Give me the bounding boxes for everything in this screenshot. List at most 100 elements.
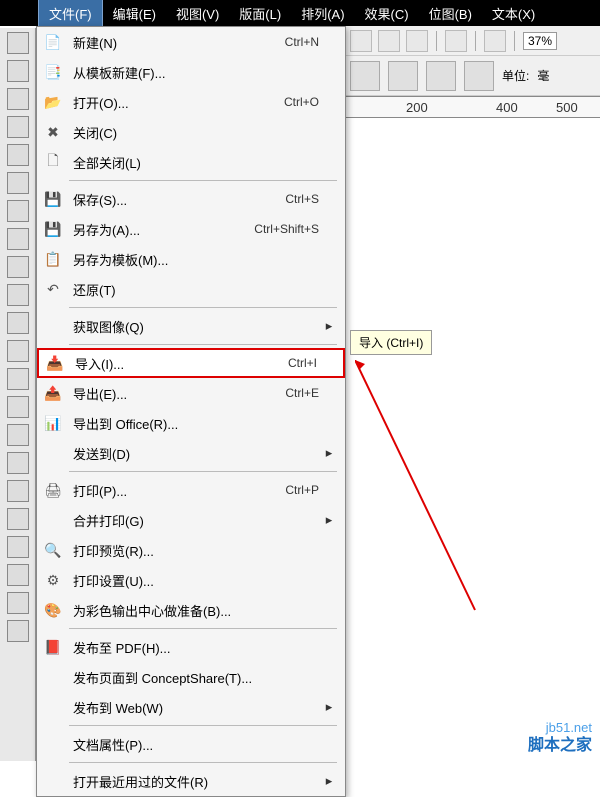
tool-zoom-icon[interactable] (7, 200, 29, 222)
tool-ellipse-icon[interactable] (7, 312, 29, 334)
unit-label: 单位: (502, 67, 529, 84)
file-menu-dropdown: 📄新建(N)Ctrl+N📑从模板新建(F)...📂打开(O)...Ctrl+O✖… (36, 26, 346, 797)
tool-rect-icon[interactable] (7, 284, 29, 306)
prop-icon-4[interactable] (464, 61, 494, 91)
menu-item-officer[interactable]: 📊导出到 Office(R)... (37, 408, 345, 438)
menu-arrange[interactable]: 排列(A) (291, 0, 354, 27)
menu-item-icon: 📑 (39, 61, 67, 83)
menu-item-e[interactable]: 📤导出(E)...Ctrl+E (37, 378, 345, 408)
tool-interactive-icon[interactable] (7, 508, 29, 530)
tool-new-icon[interactable] (7, 32, 29, 54)
menu-item-icon (39, 696, 67, 718)
menu-item-f[interactable]: 📑从模板新建(F)... (37, 57, 345, 87)
menu-separator (69, 628, 337, 629)
menu-item-label: 新建(N) (67, 33, 285, 52)
menu-item-icon: 📤 (39, 382, 67, 404)
menu-item-l[interactable]: 🗋全部关闭(L) (37, 147, 345, 177)
tool-table-icon[interactable] (7, 424, 29, 446)
tooltip-import: 导入 (Ctrl+I) (350, 330, 432, 355)
menu-item-icon: 📂 (39, 91, 67, 113)
tool-fill-icon[interactable] (7, 592, 29, 614)
menu-effects[interactable]: 效果(C) (355, 0, 419, 27)
prop-icon-1[interactable] (350, 61, 380, 91)
menu-item-icon: 🎨 (39, 599, 67, 621)
menu-item-label: 打开最近用过的文件(R) (67, 772, 319, 791)
menu-item-icon: 💾 (39, 188, 67, 210)
menu-item-a[interactable]: 💾另存为(A)...Ctrl+Shift+S (37, 214, 345, 244)
tb-btn-5[interactable] (484, 30, 506, 52)
menu-item-label: 导出到 Office(R)... (67, 414, 319, 433)
menu-item-icon: ⚙ (39, 569, 67, 591)
menu-item-d[interactable]: 发送到(D)▸ (37, 438, 345, 468)
tool-connector-icon[interactable] (7, 480, 29, 502)
menu-edit[interactable]: 编辑(E) (103, 0, 166, 27)
menu-item-u[interactable]: ⚙打印设置(U)... (37, 565, 345, 595)
tool-texttool-icon[interactable] (7, 396, 29, 418)
ruler-tick: 200 (406, 100, 428, 115)
tool-dim-icon[interactable] (7, 452, 29, 474)
menu-item-label: 合并打印(G) (67, 511, 319, 530)
menu-item-label: 发布页面到 ConceptShare(T)... (67, 668, 319, 687)
menu-text[interactable]: 文本(X) (482, 0, 545, 27)
tool-open-icon[interactable] (7, 60, 29, 82)
menu-item-shortcut: Ctrl+O (284, 95, 323, 109)
menu-item-o[interactable]: 📂打开(O)...Ctrl+O (37, 87, 345, 117)
menu-item-r[interactable]: 🔍打印预览(R)... (37, 535, 345, 565)
menu-file[interactable]: 文件(F) (38, 0, 103, 28)
menu-item-icon (39, 733, 67, 755)
toolbox (0, 28, 36, 761)
prop-icon-3[interactable] (426, 61, 456, 91)
menu-item-label: 获取图像(Q) (67, 317, 319, 336)
tb-btn-1[interactable] (350, 30, 372, 52)
menu-item-b[interactable]: 🎨为彩色输出中心做准备(B)... (37, 595, 345, 625)
menu-view[interactable]: 视图(V) (166, 0, 229, 27)
menu-item-conceptsharet[interactable]: 发布页面到 ConceptShare(T)... (37, 662, 345, 692)
toolbar-separator (436, 31, 437, 51)
tool-outline-icon[interactable] (7, 564, 29, 586)
menu-layout[interactable]: 版面(L) (229, 0, 291, 27)
unit-value[interactable]: 毫 (537, 67, 549, 84)
menubar: 文件(F) 编辑(E) 视图(V) 版面(L) 排列(A) 效果(C) 位图(B… (0, 0, 600, 26)
menu-item-shortcut: Ctrl+I (288, 356, 321, 370)
menu-item-pdfh[interactable]: 📕发布至 PDF(H)... (37, 632, 345, 662)
menu-item-webw[interactable]: 发布到 Web(W)▸ (37, 692, 345, 722)
tool-ifill-icon[interactable] (7, 620, 29, 642)
tb-btn-2[interactable] (378, 30, 400, 52)
zoom-level[interactable]: 37% (523, 32, 557, 50)
menu-item-label: 打印设置(U)... (67, 571, 319, 590)
menu-item-icon: 📥 (41, 352, 69, 374)
menu-item-icon (39, 442, 67, 464)
tool-polygon-icon[interactable] (7, 340, 29, 362)
menu-item-g[interactable]: 合并打印(G)▸ (37, 505, 345, 535)
menu-item-c[interactable]: ✖关闭(C) (37, 117, 345, 147)
menu-item-t[interactable]: ↶还原(T) (37, 274, 345, 304)
tb-btn-3[interactable] (406, 30, 428, 52)
menu-item-shortcut: Ctrl+E (285, 386, 323, 400)
tool-smart-icon[interactable] (7, 256, 29, 278)
menu-item-label: 发布至 PDF(H)... (67, 638, 319, 657)
menu-item-label: 为彩色输出中心做准备(B)... (67, 601, 319, 620)
menu-item-shortcut: Ctrl+N (285, 35, 323, 49)
submenu-arrow-icon: ▸ (323, 512, 335, 528)
menu-item-label: 打开(O)... (67, 93, 284, 112)
menu-bitmap[interactable]: 位图(B) (419, 0, 482, 27)
tool-freehand-icon[interactable] (7, 228, 29, 250)
tool-crop-icon[interactable] (7, 172, 29, 194)
menu-item-i[interactable]: 📥导入(I)...Ctrl+I (37, 348, 345, 378)
menu-item-s[interactable]: 💾保存(S)...Ctrl+S (37, 184, 345, 214)
tool-pick-icon[interactable] (7, 116, 29, 138)
menu-item-icon: 📊 (39, 412, 67, 434)
tool-shape-icon[interactable] (7, 144, 29, 166)
prop-icon-2[interactable] (388, 61, 418, 91)
menu-item-n[interactable]: 📄新建(N)Ctrl+N (37, 27, 345, 57)
menu-item-p[interactable]: 🖨打印(P)...Ctrl+P (37, 475, 345, 505)
menu-item-r[interactable]: 打开最近用过的文件(R)▸ (37, 766, 345, 796)
menu-item-m[interactable]: 📋另存为模板(M)... (37, 244, 345, 274)
menu-item-p[interactable]: 文档属性(P)... (37, 729, 345, 759)
tool-eyedrop-icon[interactable] (7, 536, 29, 558)
tb-btn-4[interactable] (445, 30, 467, 52)
tool-basic-icon[interactable] (7, 368, 29, 390)
menu-item-icon: 📋 (39, 248, 67, 270)
menu-item-q[interactable]: 获取图像(Q)▸ (37, 311, 345, 341)
tool-text-icon[interactable] (7, 88, 29, 110)
